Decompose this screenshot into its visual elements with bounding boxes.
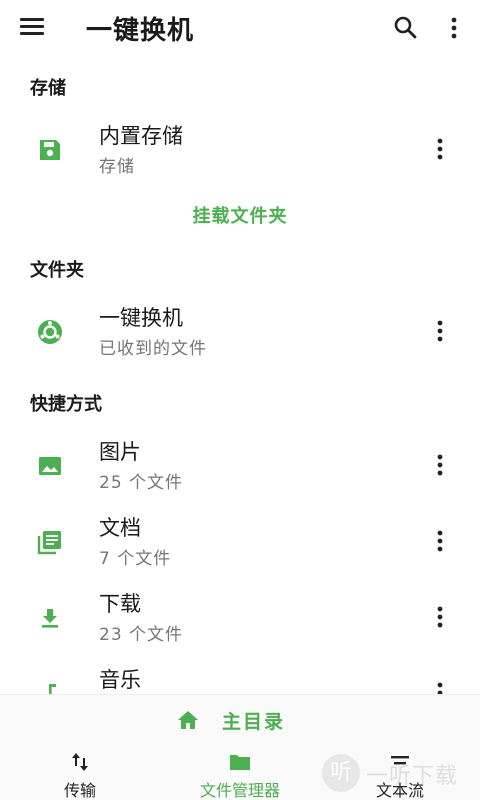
app-title: 一键换机: [86, 16, 195, 46]
item-subtitle: 25 个文件: [99, 473, 184, 493]
folder-icon: [230, 755, 250, 770]
watermark-logo: 听 一听下载: [322, 752, 478, 796]
list-item-images[interactable]: 图片 25 个文件: [0, 430, 480, 500]
download-icon: [42, 609, 58, 628]
home-directory-button[interactable]: 主目录: [0, 695, 480, 743]
item-name: 下载: [99, 592, 141, 616]
app-logo-icon: [38, 320, 62, 344]
section-title-folders: 文件夹: [30, 260, 84, 281]
save-icon: [40, 140, 60, 160]
list-item-app-folder[interactable]: 一键换机 已收到的文件: [0, 296, 480, 366]
swap-vertical-icon: [72, 753, 88, 771]
tab-transfer[interactable]: 传输: [40, 747, 120, 800]
hamburger-menu-icon[interactable]: [20, 16, 46, 38]
item-subtitle: 23 个文件: [99, 625, 184, 645]
document-library-icon: [37, 531, 61, 555]
mount-folder-button[interactable]: 挂载文件夹: [0, 202, 480, 228]
music-note-icon: [49, 684, 56, 694]
home-icon: [178, 711, 198, 729]
item-subtitle: 7 个文件: [99, 549, 172, 569]
tab-label: 传输: [63, 781, 96, 800]
section-title-storage: 存储: [30, 78, 66, 99]
home-label: 主目录: [222, 711, 286, 733]
app-bar: 一键换机: [0, 0, 480, 56]
more-vert-icon[interactable]: [430, 134, 450, 164]
more-vert-icon[interactable]: [430, 678, 450, 694]
tab-file-manager[interactable]: 文件管理器: [180, 747, 300, 800]
watermark-glyph: 听: [322, 754, 360, 792]
list-item-internal-storage[interactable]: 内置存储 存储: [0, 114, 480, 184]
more-vert-icon[interactable]: [430, 526, 450, 556]
image-icon: [39, 457, 61, 475]
item-name: 音乐: [99, 668, 141, 692]
item-name: 文档: [99, 516, 141, 540]
item-subtitle: 存储: [99, 157, 135, 177]
item-name: 图片: [99, 440, 141, 464]
item-name: 一键换机: [99, 306, 183, 330]
tab-label: 文件管理器: [199, 781, 280, 800]
section-title-shortcuts: 快捷方式: [30, 394, 102, 415]
list-item-downloads[interactable]: 下载 23 个文件: [0, 582, 480, 652]
more-vert-icon[interactable]: [444, 14, 464, 42]
item-subtitle: 已收到的文件: [99, 339, 207, 359]
more-vert-icon[interactable]: [430, 602, 450, 632]
watermark-text: 一听下载: [366, 764, 459, 789]
search-icon[interactable]: [392, 14, 420, 42]
list-item-music[interactable]: 音乐: [0, 658, 480, 694]
item-name: 内置存储: [99, 124, 183, 148]
more-vert-icon[interactable]: [430, 316, 450, 346]
more-vert-icon[interactable]: [430, 450, 450, 480]
list-item-documents[interactable]: 文档 7 个文件: [0, 506, 480, 576]
